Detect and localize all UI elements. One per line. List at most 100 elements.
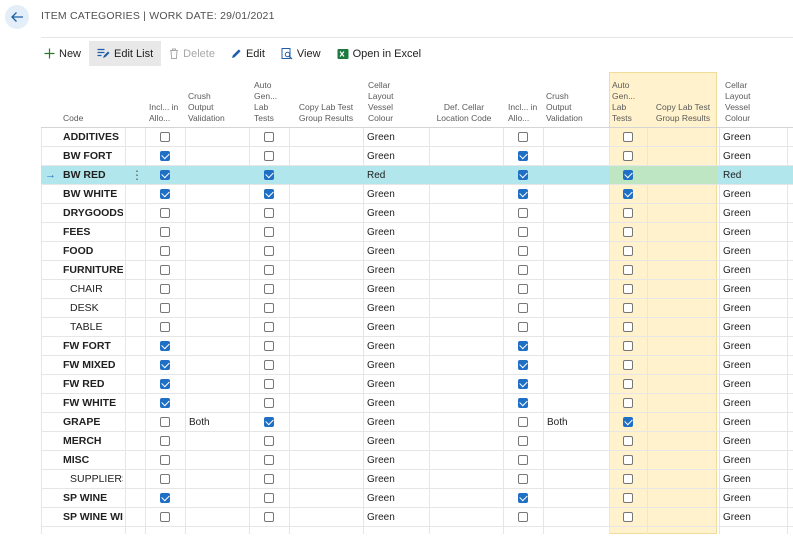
auto-gen-lab-tests-checkbox[interactable] — [264, 227, 274, 237]
auto-gen-lab-tests-checkbox[interactable] — [264, 474, 274, 484]
table-row[interactable]: DESK Green Green — [41, 299, 793, 318]
incl-in-allocation-checkbox[interactable] — [160, 360, 170, 370]
incl-in-allocation-2-checkbox[interactable] — [518, 170, 528, 180]
table-row[interactable]: TABLE Green Green — [41, 318, 793, 337]
auto-gen-lab-tests-checkbox[interactable] — [264, 493, 274, 503]
category-code[interactable]: DRYGOODS — [63, 204, 123, 222]
crush-output-validation[interactable] — [185, 489, 249, 507]
crush-output-validation-2[interactable] — [543, 299, 609, 317]
incl-in-allocation-checkbox[interactable] — [160, 170, 170, 180]
cellar-layout-vessel-colour-2[interactable]: Green — [719, 318, 787, 336]
copy-lab-test-group-results-2[interactable] — [647, 394, 719, 412]
incl-in-allocation-2-checkbox[interactable] — [518, 151, 528, 161]
auto-gen-lab-tests-checkbox[interactable] — [264, 379, 274, 389]
copy-lab-test-group-results[interactable] — [289, 223, 363, 241]
incl-in-allocation-2-checkbox[interactable] — [518, 455, 528, 465]
def-cellar-location-code[interactable] — [429, 451, 503, 469]
col-header-copy-lab-2[interactable]: Copy Lab Test Group Results — [649, 102, 717, 124]
crush-output-validation-2[interactable] — [543, 470, 609, 488]
crush-output-validation-2[interactable] — [543, 128, 609, 146]
cellar-layout-vessel-colour-2[interactable]: Green — [719, 147, 787, 165]
table-row[interactable]: MERCH Green Green — [41, 432, 793, 451]
crush-output-validation[interactable] — [185, 128, 249, 146]
table-row[interactable]: FW WHITE Green Green — [41, 394, 793, 413]
incl-in-allocation-checkbox[interactable] — [160, 246, 170, 256]
crush-output-validation-2[interactable] — [543, 318, 609, 336]
copy-lab-test-group-results[interactable] — [289, 242, 363, 260]
cellar-layout-vessel-colour-2[interactable]: Green — [719, 299, 787, 317]
copy-lab-test-group-results-2[interactable] — [647, 280, 719, 298]
cellar-layout-vessel-colour[interactable]: Green — [363, 394, 429, 412]
edit-list-button[interactable]: Edit List — [89, 41, 162, 66]
incl-in-allocation-checkbox[interactable] — [160, 151, 170, 161]
auto-gen-lab-tests-2-checkbox[interactable] — [623, 208, 633, 218]
cellar-layout-vessel-colour[interactable]: Green — [363, 413, 429, 431]
auto-gen-lab-tests-2-checkbox[interactable] — [623, 493, 633, 503]
crush-output-validation-2[interactable] — [543, 185, 609, 203]
table-row[interactable]: FOOD Green Green — [41, 242, 793, 261]
category-code[interactable]: MISC — [63, 451, 123, 469]
table-row[interactable]: BW WHITE Green Green — [41, 185, 793, 204]
auto-gen-lab-tests-2-checkbox[interactable] — [623, 132, 633, 142]
incl-in-allocation-2-checkbox[interactable] — [518, 132, 528, 142]
incl-in-allocation-2-checkbox[interactable] — [518, 417, 528, 427]
incl-in-allocation-2-checkbox[interactable] — [518, 493, 528, 503]
copy-lab-test-group-results-2[interactable] — [647, 508, 719, 526]
cellar-layout-vessel-colour-2[interactable]: Green — [719, 451, 787, 469]
def-cellar-location-code[interactable] — [429, 299, 503, 317]
def-cellar-location-code[interactable] — [429, 261, 503, 279]
table-row[interactable]: SP WINE WI Green Green — [41, 508, 793, 527]
auto-gen-lab-tests-2-checkbox[interactable] — [623, 151, 633, 161]
category-code[interactable]: BW RED — [63, 166, 123, 184]
copy-lab-test-group-results[interactable] — [289, 147, 363, 165]
cellar-layout-vessel-colour-2[interactable]: Green — [719, 375, 787, 393]
cellar-layout-vessel-colour[interactable]: Green — [363, 204, 429, 222]
copy-lab-test-group-results-2[interactable] — [647, 375, 719, 393]
crush-output-validation[interactable] — [185, 147, 249, 165]
cellar-layout-vessel-colour[interactable]: Green — [363, 318, 429, 336]
copy-lab-test-group-results[interactable] — [289, 337, 363, 355]
crush-output-validation-2[interactable] — [543, 489, 609, 507]
crush-output-validation[interactable] — [185, 432, 249, 450]
def-cellar-location-code[interactable] — [429, 394, 503, 412]
category-code[interactable]: TABLE — [63, 318, 123, 336]
cellar-layout-vessel-colour-2[interactable]: Green — [719, 223, 787, 241]
def-cellar-location-code[interactable] — [429, 337, 503, 355]
col-header-cellar-colour[interactable]: Cellar Layout Vessel Colour — [368, 80, 414, 124]
incl-in-allocation-checkbox[interactable] — [160, 322, 170, 332]
crush-output-validation-2[interactable] — [543, 432, 609, 450]
incl-in-allocation-checkbox[interactable] — [160, 303, 170, 313]
category-code[interactable]: DESK — [63, 299, 123, 317]
crush-output-validation[interactable] — [185, 356, 249, 374]
def-cellar-location-code[interactable] — [429, 280, 503, 298]
cellar-layout-vessel-colour[interactable]: Green — [363, 489, 429, 507]
auto-gen-lab-tests-checkbox[interactable] — [264, 341, 274, 351]
def-cellar-location-code[interactable] — [429, 223, 503, 241]
cellar-layout-vessel-colour-2[interactable]: Green — [719, 242, 787, 260]
crush-output-validation[interactable] — [185, 223, 249, 241]
copy-lab-test-group-results[interactable] — [289, 451, 363, 469]
crush-output-validation[interactable] — [185, 394, 249, 412]
incl-in-allocation-2-checkbox[interactable] — [518, 379, 528, 389]
col-header-cellar-colour-2[interactable]: Cellar Layout Vessel Colour — [725, 80, 771, 124]
crush-output-validation-2[interactable] — [543, 204, 609, 222]
cellar-layout-vessel-colour[interactable]: Green — [363, 432, 429, 450]
table-row[interactable]: SUPPLIERS Green Green — [41, 470, 793, 489]
cellar-layout-vessel-colour-2[interactable]: Green — [719, 508, 787, 526]
copy-lab-test-group-results-2[interactable] — [647, 261, 719, 279]
incl-in-allocation-2-checkbox[interactable] — [518, 246, 528, 256]
auto-gen-lab-tests-checkbox[interactable] — [264, 436, 274, 446]
crush-output-validation-2[interactable] — [543, 242, 609, 260]
copy-lab-test-group-results-2[interactable] — [647, 413, 719, 431]
auto-gen-lab-tests-2-checkbox[interactable] — [623, 379, 633, 389]
auto-gen-lab-tests-2-checkbox[interactable] — [623, 189, 633, 199]
incl-in-allocation-2-checkbox[interactable] — [518, 341, 528, 351]
copy-lab-test-group-results-2[interactable] — [647, 356, 719, 374]
table-row[interactable]: FW RED Green Green — [41, 375, 793, 394]
incl-in-allocation-2-checkbox[interactable] — [518, 398, 528, 408]
back-button[interactable] — [5, 5, 29, 29]
crush-output-validation-2[interactable] — [543, 147, 609, 165]
crush-output-validation[interactable] — [185, 261, 249, 279]
category-code[interactable]: FURNITURE — [63, 261, 123, 279]
def-cellar-location-code[interactable] — [429, 375, 503, 393]
